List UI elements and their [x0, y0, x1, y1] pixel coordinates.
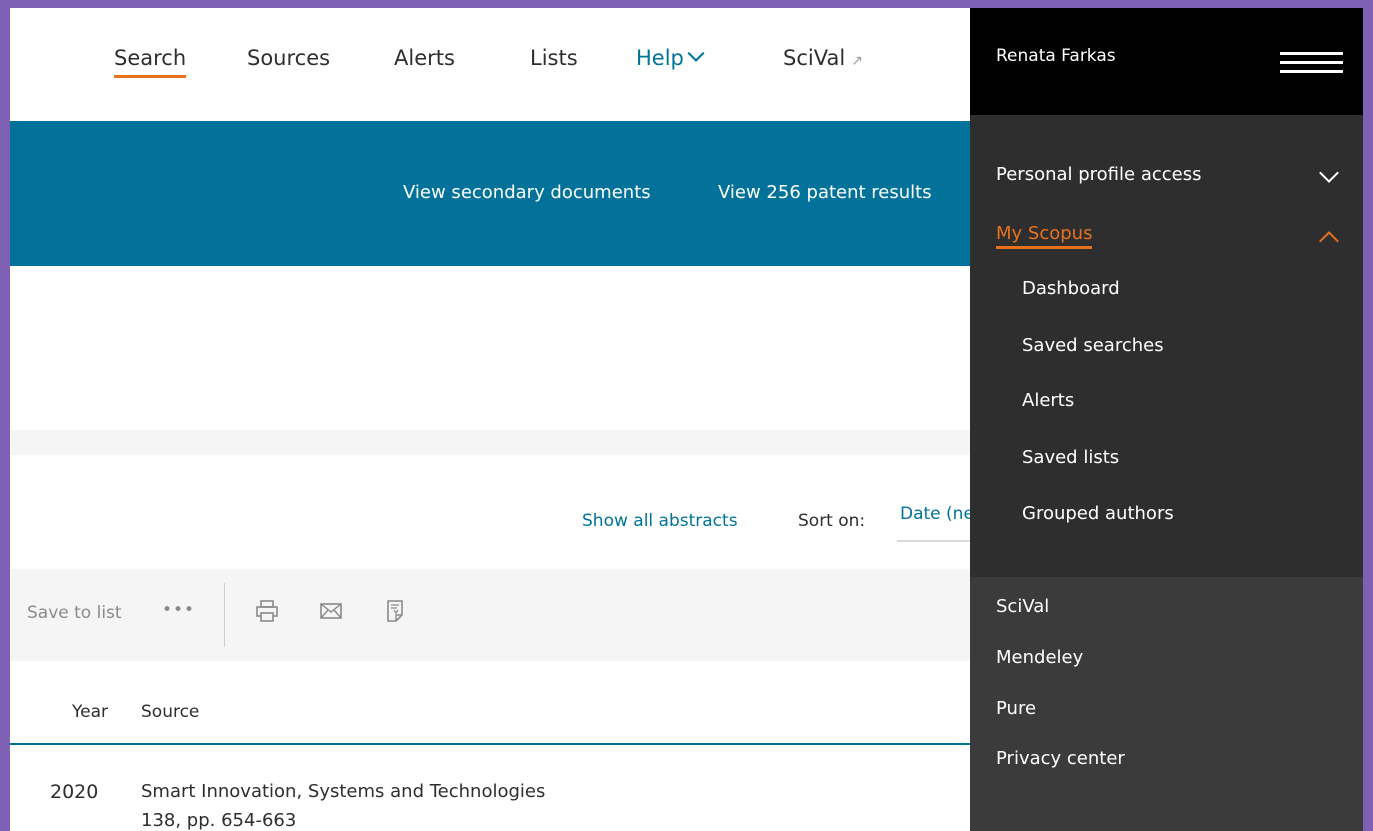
external-link-icon: ↗: [851, 53, 863, 69]
menu-item-dashboard[interactable]: Dashboard: [1022, 278, 1120, 299]
table-header-divider: [10, 743, 970, 745]
menu-item-scival[interactable]: SciVal: [996, 596, 1049, 617]
menu-item-mendeley[interactable]: Mendeley: [996, 647, 1083, 668]
nav-alerts[interactable]: Alerts: [394, 46, 455, 70]
menu-item-grouped-authors[interactable]: Grouped authors: [1022, 503, 1174, 524]
sort-label: Sort on:: [798, 511, 866, 531]
hamburger-menu-icon[interactable]: [1280, 52, 1343, 73]
my-scopus-section: Personal profile access My Scopus Dashbo…: [970, 115, 1363, 577]
nav-help[interactable]: Help: [636, 44, 705, 70]
panel-header: Renata Farkas: [970, 8, 1363, 115]
nav-scival-label: SciVal: [783, 46, 846, 70]
table-row-year: 2020: [50, 781, 99, 803]
print-icon[interactable]: [255, 599, 279, 623]
results-toolbar: Save to list •••: [10, 569, 970, 661]
year-column-header[interactable]: Year: [72, 702, 108, 722]
menu-item-privacy-center[interactable]: Privacy center: [996, 748, 1125, 769]
nav-scival[interactable]: SciVal ↗: [783, 46, 863, 70]
table-row-source[interactable]: Smart Innovation, Systems and Technologi…: [141, 781, 545, 802]
sort-select[interactable]: Date (newest): [897, 504, 970, 542]
personal-profile-access-item[interactable]: Personal profile access: [996, 164, 1201, 185]
nav-sources[interactable]: Sources: [247, 46, 330, 70]
save-to-list-button[interactable]: Save to list: [27, 603, 122, 623]
window-frame-top: [0, 0, 1373, 8]
menu-item-saved-lists[interactable]: Saved lists: [1022, 447, 1119, 468]
menu-item-pure[interactable]: Pure: [996, 698, 1036, 719]
nav-lists[interactable]: Lists: [530, 46, 578, 70]
table-row-details: 138, pp. 654-663: [141, 810, 297, 831]
window-frame-right: [1363, 8, 1373, 831]
toolbar-divider: [224, 583, 225, 647]
my-scopus-label: My Scopus: [996, 223, 1093, 244]
menu-item-saved-searches[interactable]: Saved searches: [1022, 335, 1164, 356]
view-patent-results-link[interactable]: View 256 patent results: [718, 182, 932, 203]
section-divider: [10, 430, 970, 455]
menu-item-alerts[interactable]: Alerts: [1022, 390, 1074, 411]
show-all-abstracts-link[interactable]: Show all abstracts: [582, 511, 738, 531]
results-banner: View secondary documents View 256 patent…: [10, 121, 970, 266]
nav-help-label: Help: [636, 46, 684, 70]
chevron-up-icon[interactable]: [1319, 231, 1339, 251]
more-options-icon[interactable]: •••: [162, 600, 195, 620]
chevron-down-icon: [687, 44, 705, 62]
other-products-section: SciVal Mendeley Pure Privacy center: [970, 577, 1363, 831]
email-icon[interactable]: [319, 599, 343, 623]
export-icon[interactable]: [383, 599, 407, 623]
source-column-header[interactable]: Source: [141, 702, 199, 722]
user-name[interactable]: Renata Farkas: [996, 46, 1116, 66]
account-side-panel: Renata Farkas Personal profile access My…: [970, 8, 1363, 831]
nav-search[interactable]: Search: [114, 46, 187, 78]
my-scopus-item[interactable]: My Scopus: [996, 223, 1093, 249]
view-secondary-documents-link[interactable]: View secondary documents: [403, 182, 651, 203]
top-nav: Search Sources Alerts Lists Help SciVal ↗: [10, 8, 970, 121]
chevron-down-icon[interactable]: [1319, 163, 1339, 183]
main-content: Search Sources Alerts Lists Help SciVal ↗…: [10, 8, 970, 831]
